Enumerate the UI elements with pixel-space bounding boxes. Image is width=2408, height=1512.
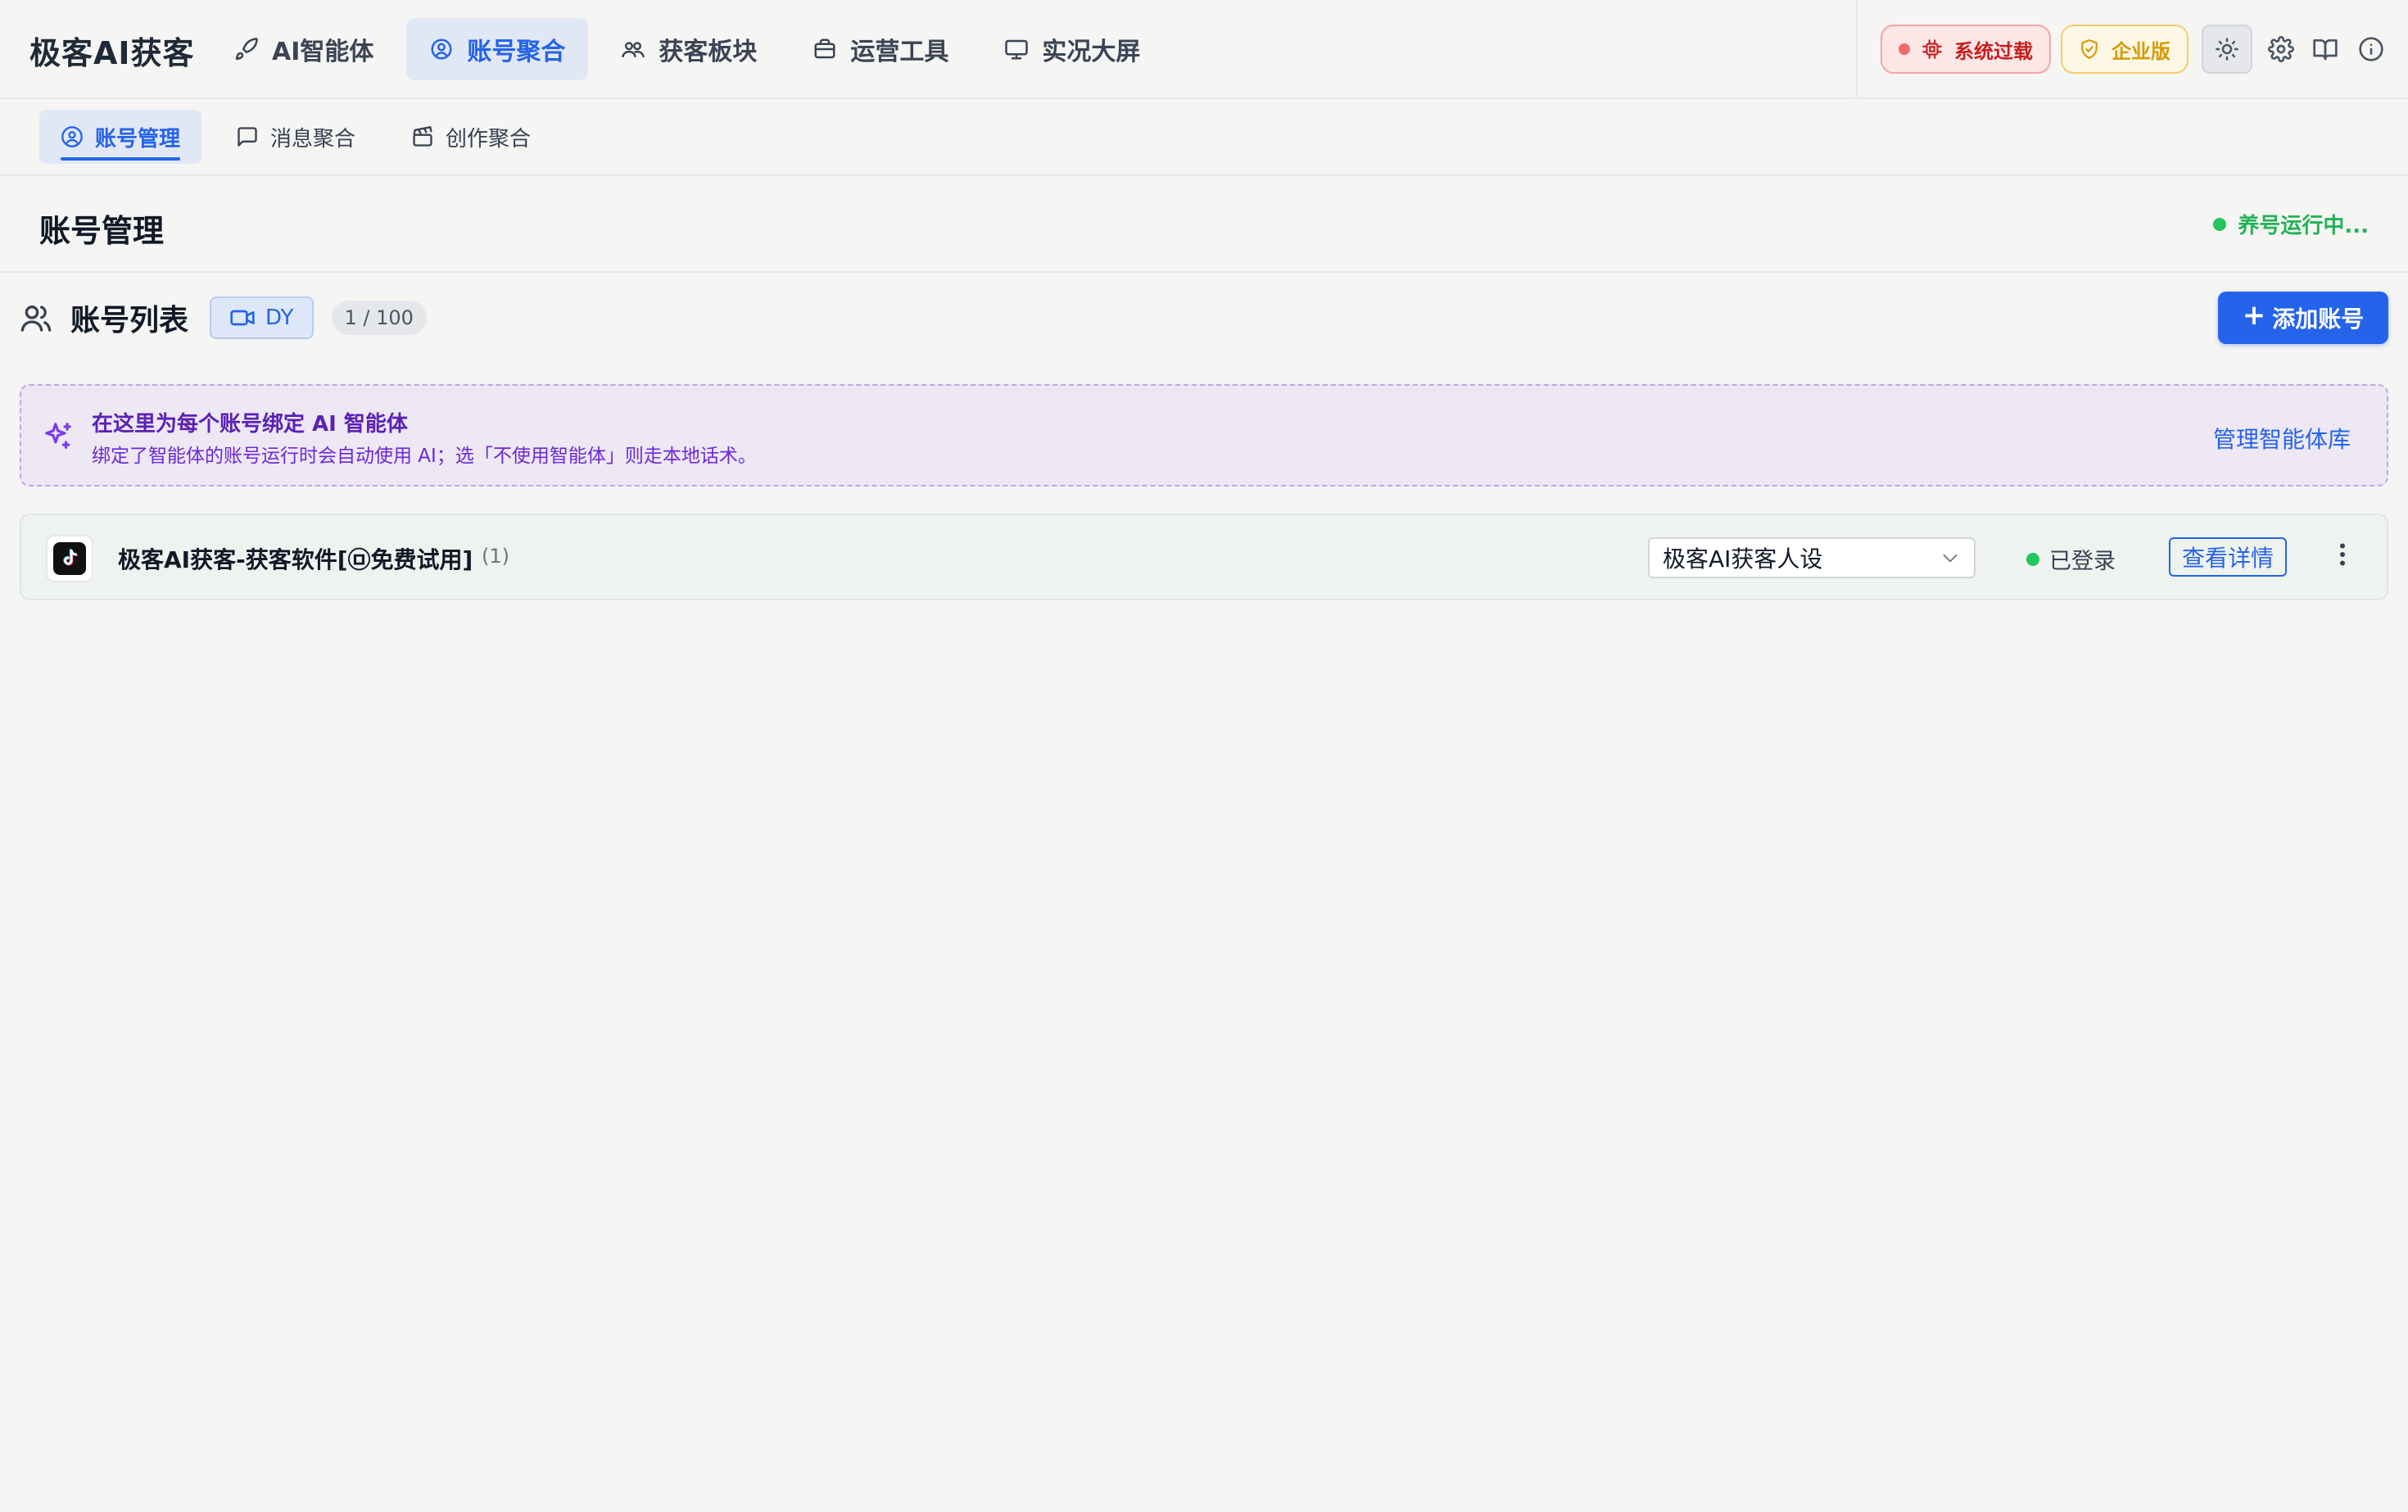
tab-label: 创作聚合 (446, 126, 532, 152)
banner-description: 绑定了智能体的账号运行时会自动使用 AI；选「不使用智能体」则走本地话术。 (92, 446, 757, 467)
app-brand[interactable]: 极客AI获客 (29, 28, 195, 73)
clapperboard-icon (413, 126, 432, 147)
login-status: 已登录 (2026, 543, 2116, 575)
system-overload-label: 系统过载 (1954, 39, 2033, 63)
nav-item-account-aggregation[interactable]: 账号聚合 (406, 18, 589, 80)
sparkles-icon (45, 423, 71, 449)
nav-item-ops-tools[interactable]: 运营工具 (790, 18, 971, 80)
view-details-button[interactable]: 查看详情 (2169, 537, 2287, 577)
video-camera-icon (230, 310, 255, 326)
account-count: (1) (482, 545, 509, 568)
account-name: 极客AI获客-获客软件[㉤免费试用] (118, 546, 473, 573)
status-dot (2213, 217, 2227, 231)
about-button[interactable] (2346, 25, 2397, 74)
user-circle-icon (61, 126, 83, 147)
tab-label: 账号管理 (95, 126, 181, 152)
settings-button[interactable] (2256, 25, 2306, 74)
banner-title: 在这里为每个账号绑定 AI 智能体 (92, 412, 408, 437)
avatar (46, 535, 93, 582)
nav-item-label: AI智能体 (272, 38, 374, 66)
status-dot (1899, 43, 1910, 55)
info-icon (2359, 37, 2383, 61)
book-icon (2313, 39, 2338, 61)
page-header: 账号管理 养号运行中... (0, 176, 2408, 273)
chip-icon (1922, 39, 1942, 59)
toolbox-icon (814, 38, 835, 59)
nav-item-label: 账号聚合 (467, 38, 566, 66)
running-status-label: 养号运行中... (2238, 214, 2369, 238)
chevron-down-icon (1943, 554, 1958, 563)
account-count-badge: 1 / 100 (331, 301, 427, 335)
sub-tabs: 账号管理 消息聚合 创作聚合 (0, 99, 2408, 176)
main-nav: AI智能体 账号聚合 获客板块 运营工具 实况大屏 (211, 18, 1163, 80)
status-dot (2026, 552, 2039, 566)
agent-select[interactable]: 极客AI获客人设 (1648, 537, 1976, 578)
rocket-icon (235, 38, 258, 61)
plus-icon: + (2242, 299, 2266, 332)
tab-creation-aggregation[interactable]: 创作聚合 (390, 110, 552, 164)
message-icon (238, 127, 257, 147)
nav-item-ai-agent[interactable]: AI智能体 (211, 18, 396, 80)
shield-check-icon (2081, 39, 2098, 59)
account-list-header: 账号列表 DY 1 / 100 (20, 295, 427, 341)
ai-agent-binding-banner: 在这里为每个账号绑定 AI 智能体 绑定了智能体的账号运行时会自动使用 AI；选… (20, 384, 2388, 487)
account-list-title: 账号列表 (70, 304, 189, 337)
docs-button[interactable] (2300, 25, 2351, 74)
nav-item-label: 获客板块 (659, 38, 758, 66)
account-row: 极客AI获客-获客软件[㉤免费试用] (1) 极客AI获客人设 已登录 查看详情 (20, 514, 2388, 600)
platform-filter-tag[interactable]: DY (210, 297, 314, 339)
tiktok-icon (53, 542, 86, 575)
users-icon (20, 306, 52, 332)
system-overload-badge[interactable]: 系统过载 (1881, 25, 2051, 74)
enterprise-label: 企业版 (2112, 39, 2170, 63)
add-account-button[interactable]: + 添加账号 (2218, 292, 2388, 344)
users-icon (622, 42, 645, 57)
nav-item-live-dashboard[interactable]: 实况大屏 (981, 18, 1163, 80)
platform-label: DY (265, 306, 294, 330)
nav-item-label: 实况大屏 (1042, 38, 1141, 66)
manage-agent-library-link[interactable]: 管理智能体库 (2213, 422, 2351, 455)
tab-message-aggregation[interactable]: 消息聚合 (215, 110, 377, 164)
top-navigation-bar: 极客AI获客 AI智能体 账号聚合 获客板块 运营工具 实况大屏 系统过载 企业… (0, 0, 2408, 99)
page-title: 账号管理 (39, 213, 165, 249)
monitor-icon (1005, 39, 1029, 60)
add-account-label: 添加账号 (2272, 306, 2365, 333)
tab-account-management[interactable]: 账号管理 (39, 110, 202, 164)
running-status: 养号运行中... (2213, 209, 2369, 239)
tab-label: 消息聚合 (270, 126, 356, 152)
globe-user-icon (431, 38, 452, 60)
more-options-button[interactable] (2328, 540, 2357, 573)
nav-item-customer-acquisition[interactable]: 获客板块 (598, 18, 780, 80)
login-status-label: 已登录 (2049, 549, 2116, 574)
agent-select-value: 极客AI获客人设 (1663, 545, 1823, 573)
nav-item-label: 运营工具 (850, 38, 949, 66)
more-vertical-icon (2340, 543, 2345, 566)
theme-toggle-button[interactable] (2202, 25, 2252, 74)
enterprise-badge[interactable]: 企业版 (2061, 25, 2188, 74)
sun-icon (2216, 38, 2238, 61)
gear-icon (2268, 36, 2294, 62)
divider (1856, 0, 1858, 99)
